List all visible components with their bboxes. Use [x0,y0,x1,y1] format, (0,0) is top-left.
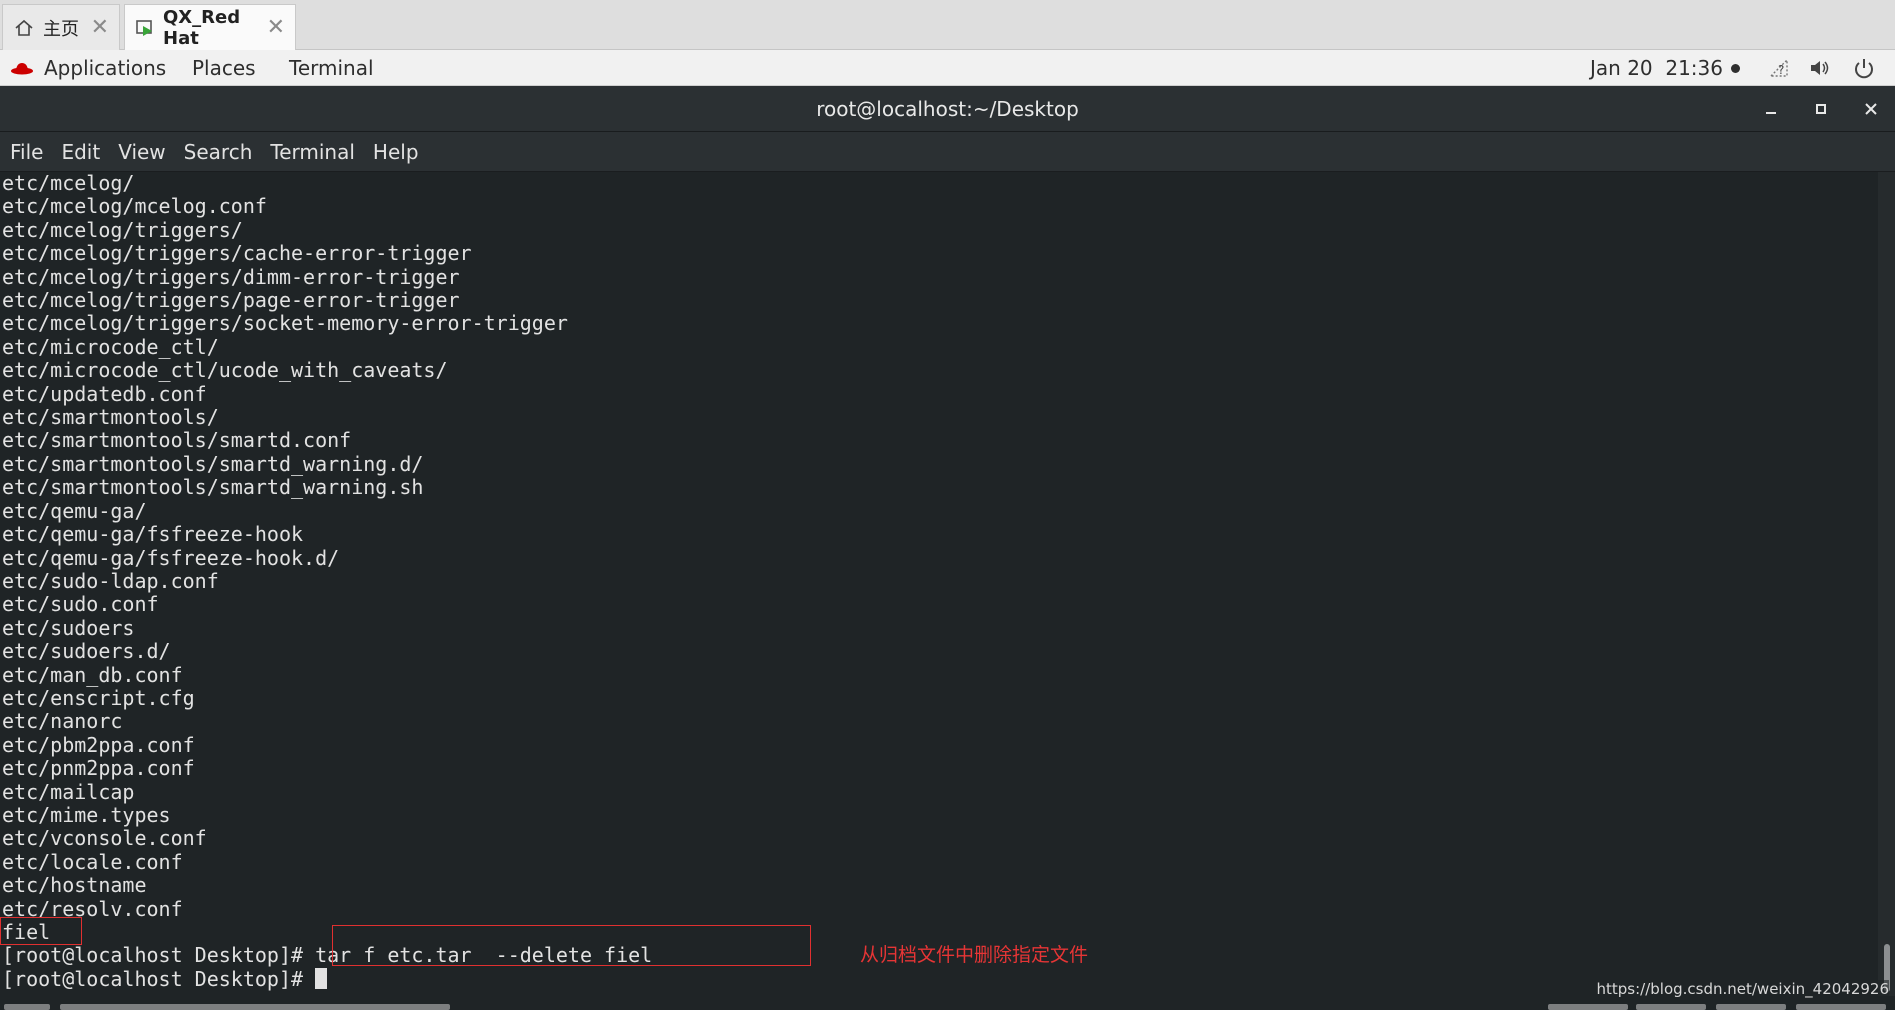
terminal-line: etc/sudo-ldap.conf [2,568,219,593]
terminal-line: etc/enscript.cfg [2,685,195,710]
terminal-line: etc/smartmontools/smartd_warning.sh [2,475,424,500]
clock[interactable]: Jan 20 21:36 [1590,50,1895,86]
clock-date: Jan 20 [1590,56,1653,80]
terminal-menubar: File Edit View Search Terminal Help [0,132,1895,172]
terminal-line: etc/nanorc [2,709,123,734]
maximize-button[interactable] [1806,94,1836,124]
host-tab-home[interactable]: 主页 ✕ [2,4,120,50]
menu-edit[interactable]: Edit [61,140,100,164]
places-menu[interactable]: Places [192,50,256,86]
terminal-line: etc/mcelog/triggers/page-error-trigger [2,288,460,313]
annotation-note: 从归档文件中删除指定文件 [860,944,1089,966]
window-titlebar[interactable]: root@localhost:~/Desktop [0,86,1895,132]
close-window-button[interactable] [1856,94,1886,124]
vertical-scrollbar[interactable] [1878,172,1895,996]
menu-search[interactable]: Search [184,140,253,164]
watermark: https://blog.csdn.net/weixin_42042926 [1596,980,1889,998]
terminal-line: etc/smartmontools/smartd_warning.d/ [2,451,424,476]
terminal-line: etc/qemu-ga/fsfreeze-hook [2,522,304,547]
terminal-line: etc/mcelog/triggers/dimm-error-trigger [2,264,460,289]
terminal-output[interactable]: etc/mcelog/etc/mcelog/mcelog.conf etc/mce… [0,172,1878,996]
terminal-line: etc/hostname [2,873,147,898]
terminal-line: etc/resolv.conf [2,896,183,921]
notification-dot-icon [1731,63,1740,73]
host-tab-label: 主页 [43,18,79,40]
menu-view[interactable]: View [118,140,165,164]
text-cursor [315,967,328,989]
host-tab-vm[interactable]: QX_Red Hat ✕ [124,4,296,50]
terminal-line: etc/qemu-ga/fsfreeze-hook.d/ [2,545,340,570]
prompt-text: [root@localhost Desktop]# [2,966,316,991]
minimize-button[interactable] [1756,94,1786,124]
terminal-line: etc/pnm2ppa.conf [2,756,195,781]
terminal-line: etc/mime.types [2,802,171,827]
menu-terminal[interactable]: Terminal [270,140,355,164]
terminal-line: etc/qemu-ga/ [2,498,147,523]
terminal-line: etc/mcelog/mcelog.conf [2,194,267,219]
network-icon[interactable]: ? [1768,50,1792,86]
host-scroll-segment [1716,1004,1786,1010]
terminal-line: etc/man_db.conf [2,662,183,687]
host-scroll-segment [1548,1004,1628,1010]
terminal-line: etc/locale.conf [2,849,183,874]
window-title: root@localhost:~/Desktop [816,97,1079,121]
terminal-line: etc/mcelog/triggers/ [2,217,243,242]
terminal-prompt-line[interactable]: [root@localhost Desktop]# [2,966,652,991]
terminal-line: etc/mcelog/ [2,172,135,195]
annotation-box-command [332,925,811,966]
host-scroll-segment [4,1004,50,1010]
applications-label: Applications [44,56,167,80]
terminal-app-menu[interactable]: Terminal [289,50,374,86]
close-icon[interactable]: ✕ [267,15,285,40]
terminal-line: etc/updatedb.conf [2,381,207,406]
terminal-label: Terminal [289,56,374,80]
terminal-line: etc/microcode_ctl/ [2,334,219,359]
clock-time: 21:36 [1665,56,1723,80]
svg-text:?: ? [1778,63,1784,77]
volume-icon[interactable] [1808,50,1832,86]
terminal-line: etc/smartmontools/ [2,405,219,430]
terminal-line: etc/mcelog/triggers/cache-error-trigger [2,241,472,266]
terminal-line: etc/vconsole.conf [2,826,207,851]
annotation-box-file [0,917,82,945]
gnome-top-bar: Applications Places Terminal Jan 20 21:3… [0,50,1895,86]
close-icon[interactable]: ✕ [91,15,109,40]
terminal-line: etc/sudoers.d/ [2,639,171,664]
host-tab-strip: 主页 ✕ QX_Red Hat ✕ [0,0,1895,50]
terminal-line: etc/mailcap [2,779,135,804]
home-icon [13,17,35,39]
terminal-line: etc/pbm2ppa.conf [2,732,195,757]
terminal-line: etc/microcode_ctl/ucode_with_caveats/ [2,358,448,383]
terminal-line: etc/smartmontools/smartd.conf [2,428,352,453]
menu-help[interactable]: Help [373,140,419,164]
power-icon[interactable] [1852,50,1876,86]
host-scroll-segment [1636,1004,1706,1010]
applications-menu[interactable]: Applications [10,50,166,86]
redhat-logo-icon [11,63,33,75]
terminal-line: etc/mcelog/triggers/socket-memory-error-… [2,311,568,336]
places-label: Places [192,56,256,80]
terminal-lines: etc/mcelog/etc/mcelog/mcelog.conf etc/mce… [2,172,652,991]
terminal-line: etc/sudo.conf [2,592,159,617]
host-scroll-segment[interactable] [60,1004,450,1010]
vm-icon [135,17,155,39]
host-tab-label: QX_Red Hat [163,6,241,49]
host-bottom-bar [0,996,1895,1010]
terminal-line: etc/sudoers [2,615,135,640]
host-scroll-segment [1796,1004,1886,1010]
menu-file[interactable]: File [10,140,43,164]
